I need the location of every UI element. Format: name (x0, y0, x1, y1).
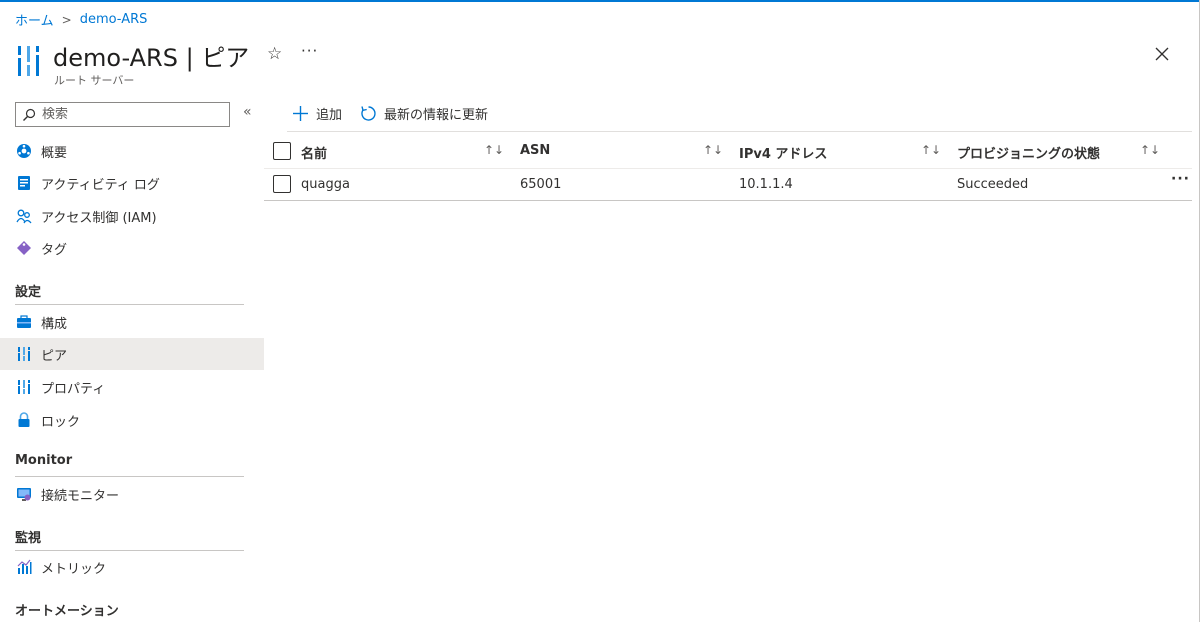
page-subtitle: ルート サーバー (54, 74, 135, 87)
section-title-monitor: Monitor (15, 453, 73, 468)
add-icon (293, 106, 308, 121)
table-header-divider (264, 168, 1192, 169)
section-title-monitoring: 監視 (15, 531, 42, 546)
page-title: demo-ARS | ピア (53, 44, 250, 72)
configuration-icon (16, 314, 32, 330)
sidebar-item-locks[interactable]: ロック (0, 404, 264, 436)
search-icon (23, 108, 36, 121)
sidebar-item-metrics[interactable]: メトリック (0, 551, 264, 583)
section-divider (15, 476, 244, 477)
breadcrumb-chevron-icon: > (61, 12, 72, 27)
breadcrumb-current-link[interactable]: demo-ARS (80, 12, 148, 27)
sidebar-item-connection-monitor[interactable]: 接続モニター (0, 478, 264, 510)
tag-icon (16, 240, 32, 256)
sort-ipv4-icon[interactable]: ↑↓ (921, 143, 941, 157)
sidebar-item-label: 概要 (41, 145, 68, 161)
sidebar-item-label: アクセス制御 (IAM) (41, 210, 157, 226)
cell-asn: 65001 (520, 177, 562, 192)
refresh-button-label: 最新の情報に更新 (384, 108, 489, 123)
sidebar-item-label: 接続モニター (41, 488, 120, 504)
add-button-label: 追加 (316, 108, 343, 123)
sidebar-item-activity-log[interactable]: アクティビティ ログ (0, 167, 264, 199)
column-header-asn[interactable]: ASN (520, 143, 550, 158)
sidebar-item-label: ピア (41, 348, 68, 364)
row-more-options-button[interactable]: ··· (1171, 171, 1190, 187)
sidebar-item-label: 構成 (41, 316, 68, 332)
section-title-automation: オートメーション (15, 604, 119, 619)
route-server-icon (18, 46, 39, 76)
table-row-divider (264, 200, 1192, 201)
activity-log-icon (16, 175, 32, 191)
cell-provisioning-state: Succeeded (957, 177, 1029, 192)
metrics-icon (16, 559, 32, 575)
section-divider (15, 304, 244, 305)
sidebar-item-label: メトリック (41, 561, 107, 577)
select-all-checkbox[interactable] (273, 142, 291, 160)
sidebar-item-configuration[interactable]: 構成 (0, 306, 264, 338)
sidebar-search-box[interactable] (15, 102, 230, 127)
lock-icon (16, 412, 32, 428)
add-button[interactable]: 追加 (292, 104, 342, 123)
close-icon[interactable] (1151, 43, 1173, 65)
collapse-sidebar-icon[interactable]: « (243, 104, 252, 120)
refresh-icon (361, 106, 376, 121)
breadcrumb-home-link[interactable]: ホーム (15, 10, 54, 29)
peer-icon (16, 346, 32, 362)
sidebar-item-iam[interactable]: アクセス制御 (IAM) (0, 200, 264, 232)
overview-icon (16, 143, 32, 159)
sidebar-item-label: プロパティ (41, 381, 106, 397)
sort-provisioning-state-icon[interactable]: ↑↓ (1140, 143, 1160, 157)
sort-name-icon[interactable]: ↑↓ (484, 143, 504, 157)
column-header-provisioning-state[interactable]: プロビジョニングの状態 (957, 143, 1100, 162)
more-options-button[interactable]: ··· (301, 42, 318, 60)
sidebar-item-peers[interactable]: ピア (0, 338, 264, 370)
toolbar-divider (287, 131, 1192, 132)
row-checkbox[interactable] (273, 175, 291, 193)
cell-ipv4: 10.1.1.4 (739, 177, 793, 192)
breadcrumb: ホーム > demo-ARS (15, 10, 147, 29)
iam-icon (16, 208, 32, 224)
sidebar-item-label: アクティビティ ログ (41, 177, 160, 193)
refresh-button[interactable]: 最新の情報に更新 (360, 104, 488, 123)
sidebar-item-label: ロック (41, 414, 81, 430)
column-header-ipv4[interactable]: IPv4 アドレス (739, 143, 827, 162)
connection-monitor-icon (16, 486, 32, 502)
sidebar-item-label: タグ (41, 242, 68, 258)
sidebar-item-tags[interactable]: タグ (0, 232, 264, 264)
properties-icon (16, 379, 32, 395)
sort-asn-icon[interactable]: ↑↓ (703, 143, 723, 157)
sidebar-item-properties[interactable]: プロパティ (0, 371, 264, 403)
section-title-settings: 設定 (15, 285, 42, 300)
column-header-name[interactable]: 名前 (301, 143, 327, 162)
favorite-star-icon[interactable]: ☆ (267, 44, 282, 64)
sidebar-item-overview[interactable]: 概要 (0, 135, 264, 167)
top-accent-border (0, 0, 1200, 2)
cell-name: quagga (301, 177, 350, 192)
sidebar-search-input[interactable] (42, 107, 212, 122)
